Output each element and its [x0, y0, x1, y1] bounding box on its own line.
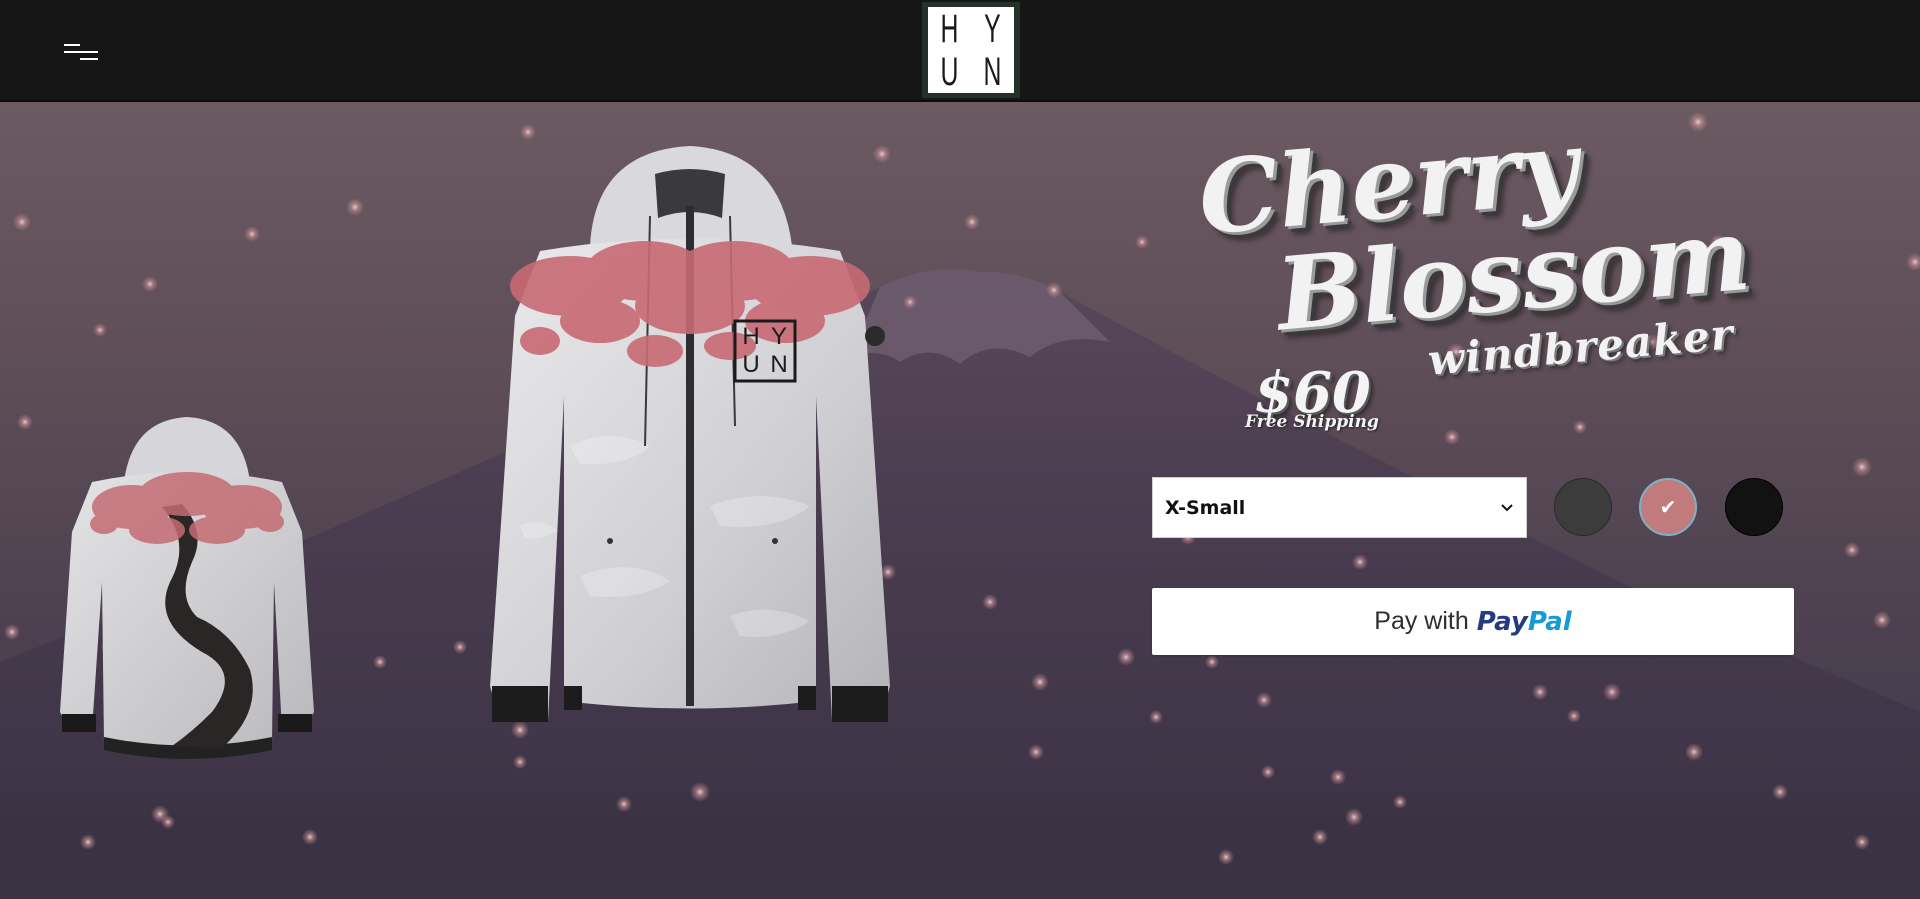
paypal-button[interactable]: Pay with PayPal [1152, 588, 1794, 655]
color-swatch-pink[interactable]: ✔ [1639, 478, 1697, 536]
jacket-front-image[interactable] [480, 146, 900, 726]
logo-letter: N [983, 49, 1002, 94]
logo-letter: U [940, 49, 959, 94]
shipping-note: Free Shipping [1245, 412, 1379, 432]
menu-line [64, 51, 98, 53]
paypal-logo-pay: Pay [1476, 606, 1528, 637]
chest-logo: H Y U N [737, 323, 793, 379]
chest-logo-letter: U [742, 351, 760, 378]
paypal-logo: PayPal [1477, 607, 1572, 637]
size-select[interactable]: X-Small [1152, 477, 1527, 538]
logo-letter: Y [984, 6, 1001, 51]
chevron-down-icon [1501, 503, 1513, 511]
brand-logo-mark: H Y U N [928, 7, 1014, 93]
paypal-button-label: Pay with [1374, 607, 1469, 635]
top-nav-bar: H Y U N [0, 0, 1920, 102]
hamburger-menu-icon[interactable] [58, 40, 104, 68]
chest-logo-letter: Y [770, 323, 787, 350]
brand-logo[interactable]: H Y U N [922, 2, 1020, 98]
color-swatch-charcoal[interactable] [1554, 478, 1612, 536]
jacket-back-image[interactable] [52, 412, 322, 782]
size-select-value: X-Small [1165, 496, 1246, 519]
chest-logo-letter: H [742, 323, 760, 350]
chest-logo-letter: N [770, 351, 788, 378]
color-swatch-black[interactable] [1725, 478, 1783, 536]
paypal-logo-pal: Pal [1527, 606, 1572, 637]
menu-line [80, 58, 98, 60]
menu-line [64, 44, 80, 46]
checkmark-icon: ✔ [1659, 495, 1677, 519]
logo-letter: H [940, 6, 959, 51]
